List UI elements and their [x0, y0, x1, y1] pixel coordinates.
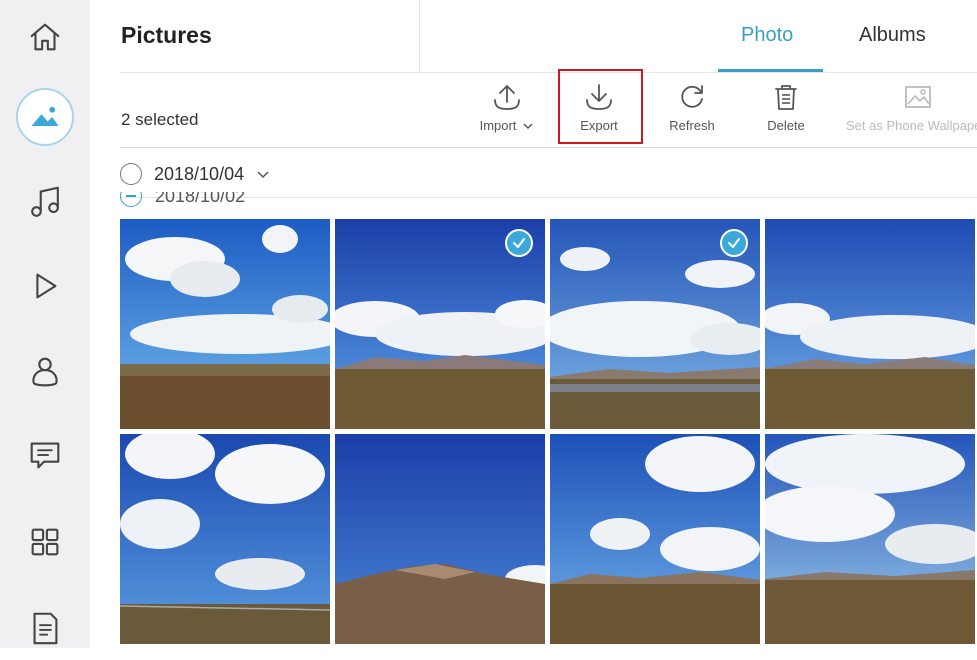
photo-image [120, 434, 330, 644]
sidebar-item-video[interactable] [0, 254, 90, 318]
import-label: Import [479, 118, 517, 133]
header-divider [419, 0, 420, 72]
sidebar-item-files[interactable] [0, 596, 90, 660]
export-highlight-box [558, 69, 643, 144]
music-icon [31, 186, 59, 217]
toolbar-divider [120, 147, 977, 148]
photo-image [550, 434, 760, 644]
contacts-icon [32, 357, 58, 387]
selected-check-badge[interactable] [720, 229, 748, 257]
delete-label: Delete [767, 118, 805, 133]
photo-image [765, 219, 975, 429]
trash-icon [775, 85, 797, 110]
header-bottom-divider [120, 72, 977, 73]
messages-icon [30, 442, 60, 469]
chevron-down-icon [523, 122, 533, 129]
next-date-group-header: 2018/10/02 [120, 192, 420, 210]
group-partial-select-radio[interactable] [120, 192, 142, 207]
chevron-down-icon[interactable] [256, 167, 270, 181]
refresh-label: Refresh [669, 118, 715, 133]
image-icon [905, 86, 931, 108]
import-button[interactable]: Import [474, 82, 540, 142]
sidebar-item-pictures[interactable] [0, 85, 90, 149]
photo-image [765, 434, 975, 644]
sidebar [0, 0, 90, 648]
upload-icon [494, 85, 520, 110]
selected-check-badge[interactable] [505, 229, 533, 257]
sidebar-item-contacts[interactable] [0, 340, 90, 404]
delete-button[interactable]: Delete [756, 82, 816, 142]
checkmark-icon [728, 238, 740, 248]
home-icon [30, 23, 60, 51]
sidebar-item-apps[interactable] [0, 510, 90, 574]
set-wallpaper-button[interactable]: Set as Phone Wallpaper [846, 82, 977, 142]
apps-icon [31, 528, 59, 556]
group-select-radio[interactable] [120, 163, 142, 185]
set-wallpaper-label: Set as Phone Wallpaper [846, 118, 977, 133]
sidebar-item-messages[interactable] [0, 423, 90, 487]
group-date-label: 2018/10/02 [155, 192, 246, 206]
date-group-header: 2018/10/04 [120, 163, 270, 185]
pictures-icon [31, 106, 59, 126]
selection-count: 2 selected [121, 110, 199, 129]
page-title: Pictures [121, 22, 212, 48]
video-icon [36, 273, 57, 299]
photo-thumbnail[interactable] [335, 219, 545, 429]
photo-thumbnail[interactable] [120, 434, 330, 644]
refresh-icon [681, 85, 703, 108]
sidebar-item-home[interactable] [0, 5, 90, 69]
tab-albums[interactable]: Albums [859, 24, 926, 47]
photo-thumbnail[interactable] [550, 219, 760, 429]
photo-thumbnail[interactable] [765, 434, 975, 644]
group-date-label: 2018/10/04 [154, 163, 245, 184]
photo-thumbnail[interactable] [765, 219, 975, 429]
photo-image [335, 434, 545, 644]
files-icon [33, 612, 58, 645]
refresh-button[interactable]: Refresh [662, 82, 722, 142]
photo-thumbnail[interactable] [335, 434, 545, 644]
photo-image [120, 219, 330, 429]
tab-photo[interactable]: Photo [741, 24, 793, 47]
photo-thumbnail[interactable] [120, 219, 330, 429]
sidebar-item-music[interactable] [0, 170, 90, 234]
photo-thumbnail[interactable] [550, 434, 760, 644]
checkmark-icon [513, 238, 525, 248]
